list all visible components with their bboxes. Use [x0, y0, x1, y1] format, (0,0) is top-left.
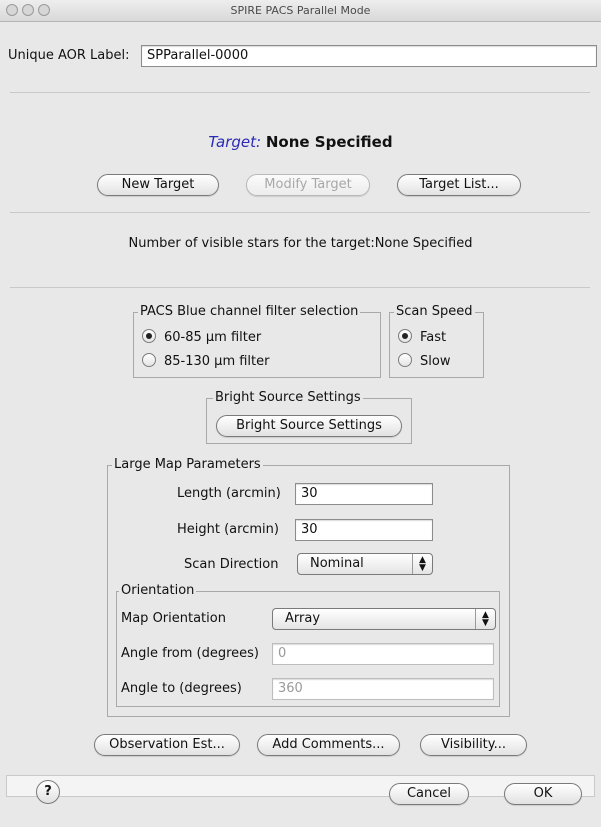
angle-to-input[interactable]: 360	[272, 678, 494, 700]
map-orientation-label: Map Orientation	[121, 611, 226, 626]
filter-option-label: 85-130 µm filter	[164, 354, 270, 369]
bright-source-group: Bright Source Settings Bright Source Set…	[206, 390, 412, 444]
target-value: None Specified	[265, 133, 393, 151]
scan-speed-slow[interactable]: Slow	[398, 353, 450, 371]
radio-selected-icon[interactable]	[398, 329, 412, 343]
pacs-filter-title: PACS Blue channel filter selection	[138, 304, 361, 320]
large-map-group: Large Map Parameters Length (arcmin) 30 …	[107, 457, 510, 717]
scan-direction-label: Scan Direction	[184, 557, 279, 572]
filter-option-85-130[interactable]: 85-130 µm filter	[142, 353, 270, 371]
radio-unselected-icon[interactable]	[398, 353, 412, 367]
target-display: Target: None Specified	[0, 133, 601, 151]
scan-speed-fast[interactable]: Fast	[398, 329, 446, 347]
ok-button[interactable]: OK	[504, 783, 582, 805]
observation-est-button[interactable]: Observation Est...	[94, 734, 240, 756]
bright-source-title: Bright Source Settings	[213, 390, 363, 406]
add-comments-button[interactable]: Add Comments...	[257, 734, 400, 756]
separator	[10, 287, 590, 288]
help-icon[interactable]: ?	[36, 780, 60, 804]
height-label: Height (arcmin)	[177, 522, 279, 537]
window-title: SPIRE PACS Parallel Mode	[230, 4, 371, 17]
angle-from-label: Angle from (degrees)	[121, 646, 259, 661]
orientation-group: Orientation Map Orientation Array ▲ ▼ Ang…	[116, 583, 500, 707]
scan-direction-value: Nominal	[310, 556, 364, 571]
filter-option-label: 60-85 µm filter	[164, 330, 262, 345]
updown-arrows-icon: ▲ ▼	[412, 554, 432, 574]
visibility-button[interactable]: Visibility...	[420, 734, 527, 756]
length-label: Length (arcmin)	[177, 486, 281, 501]
radio-selected-icon[interactable]	[142, 329, 156, 343]
scan-direction-select[interactable]: Nominal ▲ ▼	[297, 553, 433, 575]
separator	[10, 212, 590, 213]
orientation-title: Orientation	[119, 583, 197, 599]
aor-label-input[interactable]: SPParallel-0000	[141, 45, 597, 67]
filter-option-60-85[interactable]: 60-85 µm filter	[142, 329, 261, 347]
window-titlebar: SPIRE PACS Parallel Mode	[0, 0, 601, 22]
target-prefix: Target:	[208, 133, 262, 151]
height-input[interactable]: 30	[295, 519, 433, 541]
separator	[10, 92, 590, 93]
scan-speed-group: Scan Speed Fast Slow	[389, 304, 484, 378]
scan-speed-title: Scan Speed	[394, 304, 475, 320]
large-map-title: Large Map Parameters	[112, 457, 263, 473]
scan-speed-label: Fast	[420, 330, 447, 345]
new-target-button[interactable]: New Target	[97, 174, 219, 196]
bright-source-settings-button[interactable]: Bright Source Settings	[216, 415, 402, 437]
map-orientation-select[interactable]: Array ▲ ▼	[272, 608, 496, 630]
radio-unselected-icon[interactable]	[142, 353, 156, 367]
target-list-button[interactable]: Target List...	[397, 174, 521, 196]
visible-stars-text: Number of visible stars for the target:N…	[128, 236, 473, 251]
updown-arrows-icon: ▲ ▼	[475, 609, 495, 629]
scan-speed-label: Slow	[420, 354, 451, 369]
map-orientation-value: Array	[285, 611, 321, 626]
aor-label: Unique AOR Label:	[8, 48, 130, 63]
pacs-filter-group: PACS Blue channel filter selection 60-85…	[133, 304, 381, 378]
angle-from-input[interactable]: 0	[272, 643, 494, 665]
angle-to-label: Angle to (degrees)	[121, 681, 242, 696]
length-input[interactable]: 30	[295, 483, 433, 505]
modify-target-button[interactable]: Modify Target	[246, 174, 370, 196]
cancel-button[interactable]: Cancel	[389, 783, 469, 805]
